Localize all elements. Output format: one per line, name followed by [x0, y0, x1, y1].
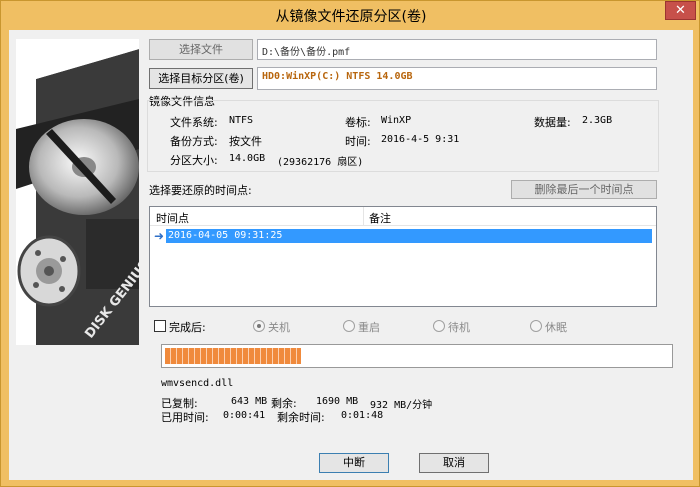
elapsed-value: 0:00:41: [223, 410, 266, 421]
radio-standby-label: 待机: [448, 321, 470, 334]
radio-restart-label: 重启: [358, 321, 380, 334]
title-bar[interactable]: 从镜像文件还原分区(卷) ✕: [1, 1, 700, 29]
abort-button[interactable]: 中断: [319, 453, 389, 473]
backup-time-value: 2016-4-5 9:31: [381, 134, 460, 145]
copied-value: 643 MB: [231, 396, 268, 407]
target-partition-field: HD0:WinXP(C:) NTFS 14.0GB: [257, 67, 657, 90]
radio-hibernate[interactable]: [530, 320, 542, 332]
backup-method-value: 按文件: [229, 135, 262, 148]
radio-shutdown-label: 关机: [268, 321, 290, 334]
remaining-value: 1690 MB: [316, 396, 359, 407]
elapsed-label: 已用时间:: [161, 411, 209, 424]
restore-window: 从镜像文件还原分区(卷) ✕ DISK GENIUS 选择文件 D:\备份\备份…: [0, 0, 700, 487]
dialog-body: DISK GENIUS 选择文件 D:\备份\备份.pmf 选择目标分区(卷) …: [9, 30, 693, 480]
data-size-value: 2.3GB: [582, 115, 613, 126]
partition-size-value: 14.0GB: [229, 153, 266, 164]
file-path-field: D:\备份\备份.pmf: [257, 39, 657, 60]
data-size-label: 数据量:: [534, 116, 571, 129]
partition-size-label: 分区大小:: [170, 154, 218, 167]
list-header: 时间点 备注: [150, 207, 656, 226]
backup-time-label: 时间:: [345, 135, 371, 148]
restore-point-prompt: 选择要还原的时间点:: [149, 184, 252, 197]
select-file-button[interactable]: 选择文件: [149, 39, 253, 60]
window-title: 从镜像文件还原分区(卷): [275, 9, 427, 25]
fs-label: 文件系统:: [170, 116, 218, 129]
backup-method-label: 备份方式:: [170, 135, 218, 148]
after-complete-checkbox[interactable]: [154, 320, 166, 332]
after-complete-label: 完成后:: [169, 321, 206, 334]
volume-value: WinXP: [381, 115, 412, 126]
radio-shutdown[interactable]: [253, 320, 265, 332]
partition-sectors-value: (29362176 扇区): [277, 157, 364, 168]
radio-restart[interactable]: [343, 320, 355, 332]
volume-label: 卷标:: [345, 116, 371, 129]
hard-disk-illustration: DISK GENIUS: [16, 39, 139, 345]
column-note[interactable]: 备注: [369, 210, 391, 226]
radio-hibernate-label: 休眠: [545, 321, 567, 334]
remaining-time-value: 0:01:48: [341, 410, 384, 421]
restore-point-list[interactable]: 时间点 备注 ➜ 2016-04-05 09:31:25: [149, 206, 657, 307]
delete-last-point-button[interactable]: 删除最后一个时间点: [511, 180, 657, 199]
list-item[interactable]: ➜ 2016-04-05 09:31:25: [153, 229, 653, 244]
column-time[interactable]: 时间点: [156, 210, 189, 226]
disk-genius-banner: DISK GENIUS: [16, 39, 139, 345]
arrow-right-icon: ➜: [154, 229, 165, 243]
list-item-time: 2016-04-05 09:31:25: [166, 229, 652, 243]
current-file: wmvsencd.dll: [161, 378, 234, 389]
fs-value: NTFS: [229, 115, 254, 126]
close-button[interactable]: ✕: [665, 1, 696, 20]
select-target-partition-button[interactable]: 选择目标分区(卷): [149, 68, 253, 89]
radio-standby[interactable]: [433, 320, 445, 332]
remaining-time-label: 剩余时间:: [277, 411, 325, 424]
progress-fill: [165, 348, 301, 364]
speed-value: 932 MB/分钟: [370, 400, 433, 411]
restore-progress-bar: [161, 344, 673, 368]
cancel-button[interactable]: 取消: [419, 453, 489, 473]
column-divider[interactable]: [363, 207, 364, 226]
